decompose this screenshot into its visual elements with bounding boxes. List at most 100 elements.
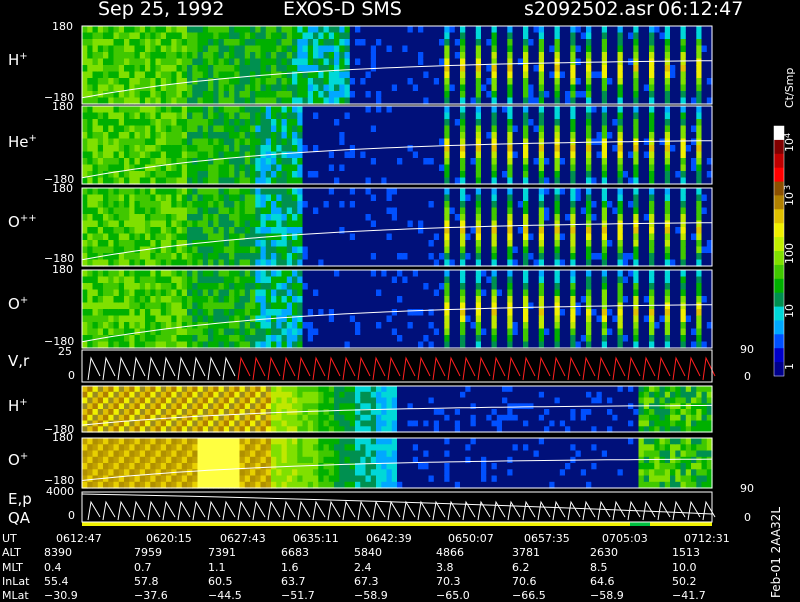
spectrogram-cell xyxy=(313,220,319,228)
spectrogram-cell xyxy=(638,138,645,146)
spectrogram-cell xyxy=(349,145,356,153)
spectrogram-cell xyxy=(370,132,377,140)
spectrogram-cell xyxy=(643,158,650,166)
spectrogram-cell xyxy=(360,246,367,254)
spectrogram-cell xyxy=(376,119,382,127)
spectrogram-cell xyxy=(229,322,235,330)
spectrogram-cell xyxy=(145,194,151,202)
spectrogram-cell xyxy=(470,233,477,241)
spectrogram-cell xyxy=(229,246,235,254)
spectrogram-cell xyxy=(475,164,482,172)
spectrogram-cell xyxy=(181,119,188,127)
spectrogram-cell xyxy=(386,39,393,47)
spectrogram-cell xyxy=(349,58,356,66)
spectrogram-cell xyxy=(355,253,361,261)
spectrogram-cell xyxy=(176,158,183,166)
spectrogram-cell xyxy=(622,91,629,99)
spectrogram-cell xyxy=(691,201,697,209)
spectrogram-cell xyxy=(124,58,130,66)
spectrogram-cell xyxy=(559,151,566,159)
spectrogram-cell xyxy=(664,78,671,86)
spectrogram-cell xyxy=(376,132,382,140)
spectrogram-cell xyxy=(549,158,556,166)
spectrogram-cell xyxy=(381,112,388,120)
spectrogram-cell xyxy=(575,194,582,202)
spectrogram-cell xyxy=(491,214,498,222)
spectrogram-cell xyxy=(187,302,193,310)
spectrogram-cell xyxy=(118,335,125,343)
spectrogram-cell xyxy=(176,58,183,66)
spectrogram-cell xyxy=(460,138,466,146)
spectrogram-cell xyxy=(87,132,94,140)
spectrogram-cell xyxy=(701,138,708,146)
spectrogram-cell xyxy=(565,125,571,133)
spectrogram-cell xyxy=(160,309,167,317)
spectrogram-plot xyxy=(81,25,785,526)
spectrogram-cell xyxy=(402,201,409,209)
spectrogram-cell xyxy=(286,207,293,215)
spectrogram-cell xyxy=(633,207,640,215)
spectrogram-cell xyxy=(528,119,535,127)
spectrogram-cell xyxy=(591,253,598,261)
spectrogram-cell xyxy=(255,26,262,34)
spectrogram-cell xyxy=(680,39,687,47)
spectrogram-cell xyxy=(638,233,645,241)
spectrogram-cell xyxy=(239,322,246,330)
spectrogram-cell xyxy=(586,145,592,153)
spectrogram-cell xyxy=(470,201,477,209)
spectrogram-cell xyxy=(428,106,435,114)
spectrogram-cell xyxy=(192,253,199,261)
spectrogram-cell xyxy=(334,125,340,133)
spectrogram-cell xyxy=(97,289,104,297)
spectrogram-cell xyxy=(454,201,461,209)
spectrogram-cell xyxy=(349,207,356,215)
spectrogram-cell xyxy=(381,253,388,261)
spectrogram-cell xyxy=(155,171,162,179)
spectrogram-cell xyxy=(202,276,209,284)
spectrogram-cell xyxy=(297,52,304,60)
spectrogram-cell xyxy=(281,227,288,235)
spectrogram-cell xyxy=(286,78,293,86)
spectrogram-cell xyxy=(292,84,298,92)
spectrogram-cell xyxy=(397,194,403,202)
spectrogram-cell xyxy=(187,39,193,47)
spectrogram-cell xyxy=(355,138,361,146)
spectrogram-cell xyxy=(239,65,246,73)
spectrogram-cell xyxy=(496,52,503,60)
spectrogram-cell xyxy=(181,151,188,159)
spectrogram-cell xyxy=(297,91,304,99)
spectrogram-cell xyxy=(265,270,272,278)
spectrogram-cell xyxy=(208,91,214,99)
spectrogram-cell xyxy=(145,335,151,343)
spectrogram-cell xyxy=(134,188,141,196)
spectrogram-cell xyxy=(134,270,141,278)
spectrogram-cell xyxy=(218,194,225,202)
spectrogram-cell xyxy=(580,214,587,222)
spectrogram-cell xyxy=(523,188,529,196)
spectrogram-cell xyxy=(481,188,487,196)
spectrogram-cell xyxy=(328,283,335,291)
spectrogram-cell xyxy=(250,26,256,34)
spectrogram-cell xyxy=(166,125,172,133)
spectrogram-cell xyxy=(334,289,340,297)
spectrogram-cell xyxy=(286,233,293,241)
spectrogram-cell xyxy=(349,45,356,53)
spectrogram-cell xyxy=(97,283,104,291)
spectrogram-cell xyxy=(344,322,351,330)
spectrogram-cell xyxy=(260,240,267,248)
spectrogram-cell xyxy=(265,132,272,140)
spectrogram-cell xyxy=(208,119,214,127)
spectrogram-cell xyxy=(239,201,246,209)
spectrogram-cell xyxy=(323,276,330,284)
spectrogram-cell xyxy=(202,246,209,254)
spectrogram-cell xyxy=(297,283,304,291)
spectrogram-cell xyxy=(433,32,440,40)
spectrogram-cell xyxy=(591,188,598,196)
spectrogram-cell xyxy=(286,322,293,330)
spectrogram-cell xyxy=(234,45,241,53)
spectrogram-cell xyxy=(176,207,183,215)
spectrogram-cell xyxy=(580,39,587,47)
spectrogram-cell xyxy=(92,58,99,66)
spectrogram-cell xyxy=(412,39,419,47)
spectrogram-cell xyxy=(286,125,293,133)
